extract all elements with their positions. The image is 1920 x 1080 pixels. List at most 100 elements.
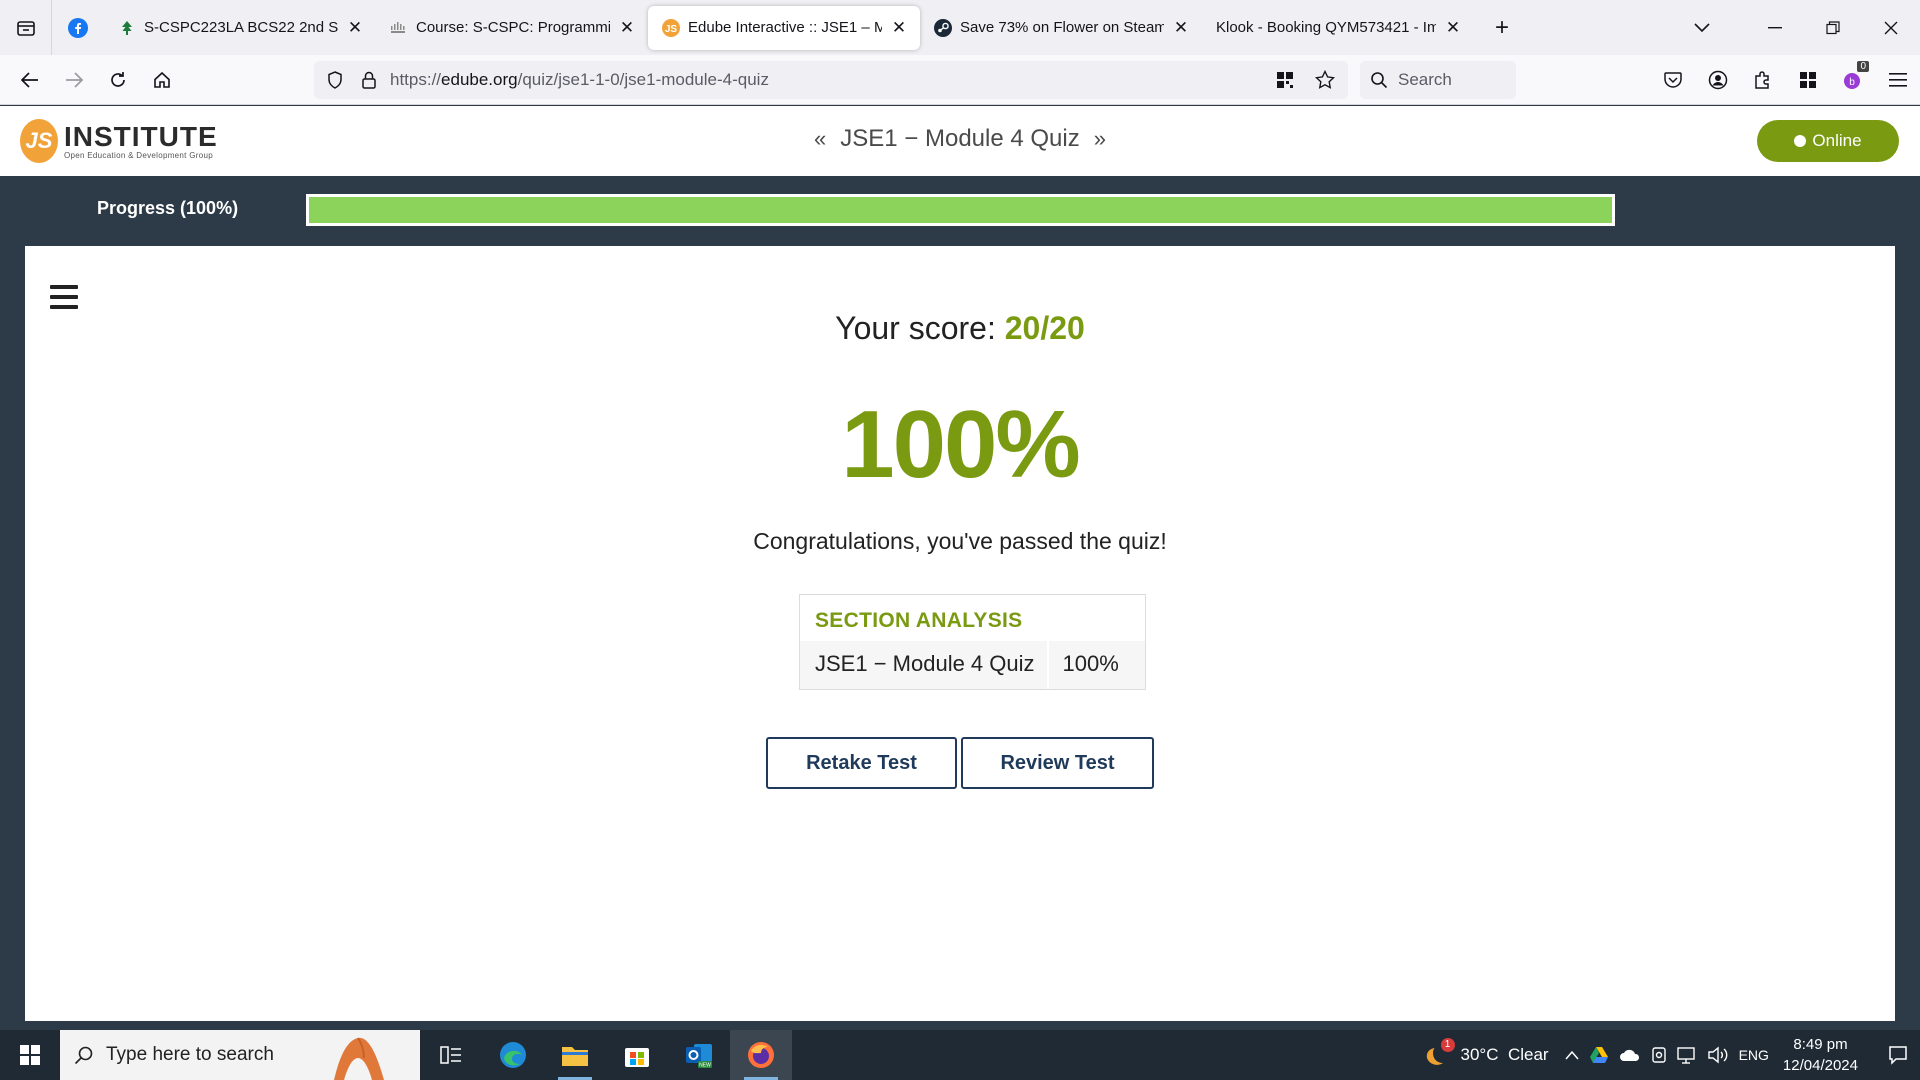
review-test-button[interactable]: Review Test <box>961 737 1154 789</box>
app-menu-button[interactable] <box>1875 60 1920 100</box>
taskbar-firefox[interactable] <box>730 1030 792 1080</box>
status-dot-icon <box>1794 135 1807 147</box>
bookmark-star-icon[interactable] <box>1308 61 1342 99</box>
clock[interactable]: 8:49 pm 12/04/2024 <box>1783 1034 1858 1076</box>
weather-badge: 1 <box>1440 1038 1455 1052</box>
home-button[interactable] <box>140 60 184 100</box>
pocket-button[interactable] <box>1650 60 1695 100</box>
score-percent: 100% <box>841 391 1081 498</box>
tab-title: Klook - Booking QYM573421 - Imp <box>1216 19 1436 36</box>
close-icon[interactable]: ✕ <box>1442 17 1464 39</box>
chevron-up-icon[interactable] <box>1565 1050 1579 1060</box>
restore-icon <box>1826 20 1840 34</box>
url-bar[interactable]: https://edube.org/quiz/jse1-1-0/jse1-mod… <box>314 61 1348 99</box>
taskbar-file-explorer[interactable] <box>544 1030 606 1080</box>
next-quiz-button[interactable]: » <box>1094 126 1106 152</box>
taskbar-microsoft-store[interactable] <box>606 1030 668 1080</box>
system-tray: 1 30°C Clear ENG 8:49 pm 12/04/2024 <box>1423 1030 1920 1080</box>
task-view-button[interactable] <box>420 1030 482 1080</box>
volume-icon[interactable] <box>1707 1046 1729 1064</box>
online-status-button[interactable]: Online <box>1757 120 1899 162</box>
extension-tally-button[interactable]: b 0 <box>1830 60 1875 100</box>
extensions-button[interactable] <box>1740 60 1785 100</box>
home-icon <box>154 71 170 88</box>
previous-quiz-button[interactable]: « <box>814 126 826 152</box>
close-icon[interactable]: ✕ <box>888 17 910 39</box>
url-host: edube.org <box>441 70 518 89</box>
tab-title: Course: S-CSPC: Programming L <box>416 19 610 36</box>
network-icon[interactable] <box>1676 1046 1697 1064</box>
lock-icon[interactable] <box>352 61 386 99</box>
tab-steam[interactable]: Save 73% on Flower on Steam ✕ <box>920 6 1202 50</box>
tab-title: Save 73% on Flower on Steam <box>960 19 1164 36</box>
new-tab-button[interactable]: + <box>1480 6 1524 50</box>
table-row: JSE1 − Module 4 Quiz 100% <box>800 641 1145 689</box>
folder-icon <box>562 1047 588 1066</box>
minimize-button[interactable] <box>1746 0 1804 55</box>
url-path: /quiz/jse1-1-0/jse1-module-4-quiz <box>517 70 769 89</box>
pocket-icon <box>1663 72 1682 88</box>
menu-icon <box>1888 73 1907 87</box>
grid-icon <box>1799 72 1816 88</box>
cisco-icon <box>390 19 408 37</box>
extension-icon: b <box>1843 73 1860 89</box>
reload-button[interactable] <box>96 60 140 100</box>
site-header: JS INSTITUTE Open Education & Developmen… <box>0 106 1920 176</box>
language-indicator[interactable]: ENG <box>1739 1047 1769 1063</box>
windows-taskbar: Type here to search NEW 1 30°C Clear ENG… <box>0 1030 1920 1080</box>
retake-test-button[interactable]: Retake Test <box>766 737 957 789</box>
taskbar-outlook[interactable]: NEW <box>668 1030 730 1080</box>
tab-klook[interactable]: Klook - Booking QYM573421 - Imp ✕ <box>1202 6 1474 50</box>
weather-text: 30°C Clear <box>1460 1045 1549 1064</box>
score-value: 20/20 <box>1004 310 1085 346</box>
back-button[interactable] <box>8 60 52 100</box>
onedrive-icon[interactable] <box>1619 1048 1641 1062</box>
apps-button[interactable] <box>1785 60 1830 100</box>
facebook-icon <box>68 17 88 38</box>
list-all-tabs-button[interactable] <box>1688 14 1716 42</box>
qr-code-icon[interactable] <box>1268 61 1302 99</box>
account-button[interactable] <box>1695 60 1740 100</box>
arrow-left-icon <box>21 71 38 88</box>
forward-button[interactable] <box>52 60 96 100</box>
puzzle-icon <box>1754 71 1769 89</box>
progress-label: Progress (100%) <box>97 198 239 218</box>
close-window-button[interactable] <box>1862 0 1920 55</box>
search-placeholder: Search <box>1398 70 1452 89</box>
taskbar-edge[interactable] <box>482 1030 544 1080</box>
tab-title: Edube Interactive :: JSE1 – Mod <box>688 19 882 36</box>
outlook-icon: NEW <box>686 1044 712 1069</box>
browser-search-input[interactable]: Search <box>1360 61 1516 99</box>
tab-s-cspc223la[interactable]: S-CSPC223LA BCS22 2nd Sem ( ✕ <box>104 6 376 50</box>
svg-text:b: b <box>1849 77 1855 88</box>
google-drive-icon[interactable] <box>1589 1046 1609 1064</box>
quiz-results-panel: Your score: 20/20 100% Congratulations, … <box>25 246 1895 1021</box>
section-score: 100% <box>1062 651 1119 676</box>
task-view-icon <box>440 1046 461 1064</box>
restore-button[interactable] <box>1804 0 1862 55</box>
weather-widget[interactable]: 1 30°C Clear <box>1423 1038 1549 1070</box>
plus-icon: + <box>1494 13 1509 41</box>
window-controls <box>1746 0 1920 55</box>
taskbar-search-input[interactable]: Type here to search <box>60 1030 420 1080</box>
tab-list-button[interactable] <box>0 0 52 55</box>
sidebar-menu-button[interactable] <box>50 285 78 309</box>
search-icon <box>1371 72 1388 89</box>
url-text: https://edube.org/quiz/jse1-1-0/jse1-mod… <box>390 70 769 90</box>
tab-edube-interactive[interactable]: JS Edube Interactive :: JSE1 – Mod ✕ <box>648 5 920 50</box>
meet-now-icon[interactable] <box>1651 1046 1667 1064</box>
pinned-tab-facebook[interactable] <box>52 0 104 55</box>
notification-center-button[interactable] <box>1876 1045 1920 1065</box>
close-icon[interactable]: ✕ <box>616 17 638 39</box>
close-icon[interactable]: ✕ <box>1170 17 1192 39</box>
search-icon <box>74 1046 93 1065</box>
clock-date: 12/04/2024 <box>1782 1057 1858 1074</box>
start-button[interactable] <box>0 1030 60 1080</box>
browser-nav-bar: https://edube.org/quiz/jse1-1-0/jse1-mod… <box>0 55 1920 105</box>
arrow-right-icon <box>66 71 83 88</box>
tab-course-s-cspc[interactable]: Course: S-CSPC: Programming L ✕ <box>376 6 648 50</box>
close-icon[interactable]: ✕ <box>344 17 366 39</box>
weather-icon: 1 <box>1423 1038 1455 1070</box>
tracking-shield-icon[interactable] <box>318 61 352 99</box>
tray-icons: ENG <box>1565 1046 1769 1064</box>
